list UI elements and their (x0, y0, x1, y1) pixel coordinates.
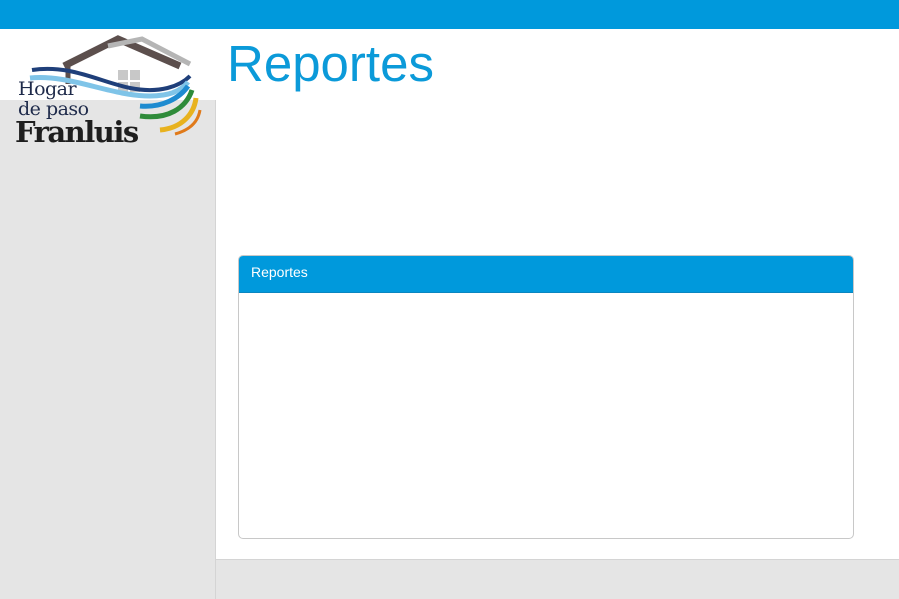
footer (216, 559, 899, 599)
reports-panel: Reportes (238, 255, 854, 539)
logo-text-hogar: Hogar (18, 78, 77, 100)
panel-body (239, 293, 853, 538)
sidebar (0, 100, 216, 599)
top-bar (0, 0, 899, 29)
logo[interactable]: Hogar de paso Franluis (10, 34, 205, 149)
page-title: Reportes (227, 35, 434, 92)
logo-text-franluis: Franluis (15, 115, 139, 149)
panel-header: Reportes (239, 256, 853, 293)
